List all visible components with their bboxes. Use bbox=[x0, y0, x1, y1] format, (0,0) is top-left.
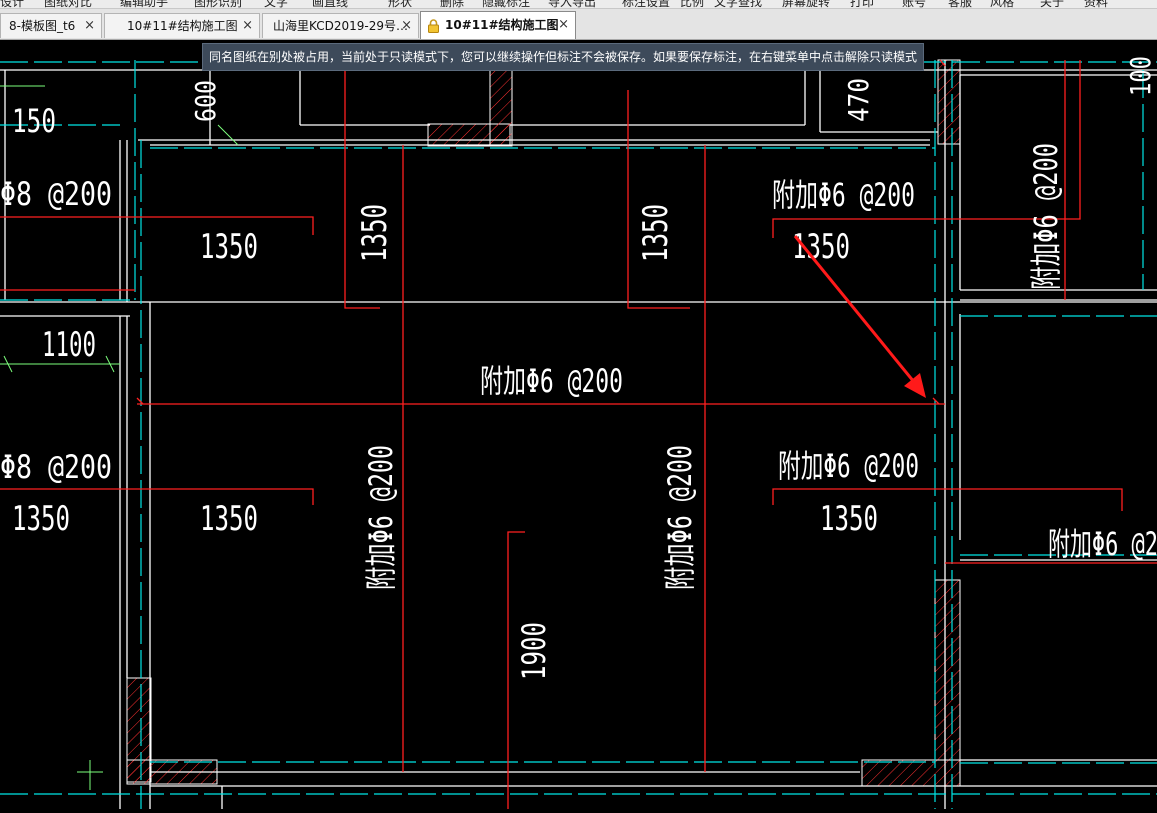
dim-label-1100: 1100 bbox=[42, 325, 96, 365]
menu-item[interactable]: 关于 bbox=[1040, 0, 1064, 8]
rebar-label-additional-cut: 附加Φ6 @2 bbox=[1048, 525, 1157, 563]
close-icon[interactable]: × bbox=[401, 14, 412, 38]
menu-item[interactable]: 比例 bbox=[680, 0, 704, 8]
menu-item[interactable]: 图形识别 bbox=[194, 0, 242, 8]
wall-lines bbox=[0, 60, 1157, 809]
close-icon[interactable]: × bbox=[84, 14, 95, 38]
rebar-label-additional: 附加Φ6 @200 bbox=[778, 447, 919, 485]
menu-item[interactable]: 图纸对比 bbox=[44, 0, 92, 8]
menu-item[interactable]: 删除 bbox=[440, 0, 464, 8]
dim-label-1350: 1350 bbox=[820, 499, 878, 539]
menu-item[interactable]: 画直线 bbox=[312, 0, 348, 8]
tab-structural-drawing[interactable]: 10#11#结构施工图 × bbox=[104, 13, 260, 38]
tab-shanhaili-drawing[interactable]: 山海里KCD2019-29号… × bbox=[262, 13, 419, 38]
rebar-label-additional-vertical: 附加Φ6 @200 bbox=[661, 445, 699, 590]
menu-item[interactable]: 文字查找 bbox=[714, 0, 762, 8]
rebar-label-additional-vertical: 附加Φ6 @200 bbox=[1027, 143, 1065, 290]
menu-item[interactable]: 隐藏标注 bbox=[482, 0, 530, 8]
menu-item[interactable]: 设计 bbox=[0, 0, 24, 8]
dim-label-150: 150 bbox=[12, 102, 56, 140]
drawing-canvas[interactable]: 150 600 470 100 Φ8 @200 1350 1350 1350 附… bbox=[0, 40, 1157, 809]
read-only-notice: 同名图纸在别处被占用，当前处于只读模式下，您可以继续操作但标注不会被保存。如果要… bbox=[202, 43, 925, 71]
rebar-label-additional: 附加Φ6 @200 bbox=[480, 362, 623, 400]
dim-label-1350-vertical: 1350 bbox=[355, 204, 395, 262]
menu-item[interactable]: 账号 bbox=[902, 0, 926, 8]
tab-label: 10#11#结构施工图 bbox=[127, 19, 238, 33]
menu-item[interactable]: 屏幕旋转 bbox=[782, 0, 830, 8]
menu-item[interactable]: 编辑助手 bbox=[120, 0, 168, 8]
menu-item[interactable]: 客服 bbox=[948, 0, 972, 8]
tab-label: 10#11#结构施工图 bbox=[445, 18, 559, 32]
dim-label-1350-vertical: 1350 bbox=[636, 204, 676, 262]
tab-structural-drawing-active[interactable]: 10#11#结构施工图 × bbox=[420, 11, 576, 39]
menu-item[interactable]: 文字 bbox=[264, 0, 288, 8]
lock-icon bbox=[428, 19, 439, 33]
menu-item[interactable]: 打印 bbox=[850, 0, 874, 8]
rebar-label-additional: 附加Φ6 @200 bbox=[772, 176, 915, 214]
dim-label-1350: 1350 bbox=[12, 499, 70, 539]
tab-template-drawing[interactable]: 8-模板图_t6 × bbox=[0, 13, 102, 38]
close-icon[interactable]: × bbox=[558, 13, 569, 37]
rebar-label-additional-vertical: 附加Φ6 @200 bbox=[362, 445, 400, 590]
menu-item[interactable]: 导入导出 bbox=[548, 0, 596, 8]
tab-label: 8-模板图_t6 bbox=[9, 19, 76, 33]
menu-bar: 设计 图纸对比 编辑助手 图形识别 文字 画直线 形状 删除 隐藏标注 导入导出 标注设置 比例 文字查… bbox=[0, 0, 1157, 9]
axis-lines bbox=[0, 60, 1157, 809]
annotation-arrow bbox=[793, 235, 926, 398]
dim-label-470: 470 bbox=[842, 78, 875, 122]
dim-label-1350: 1350 bbox=[200, 227, 258, 267]
rebar-label-mid-left: Φ8 @200 bbox=[0, 448, 112, 486]
tab-label: 山海里KCD2019-29号… bbox=[273, 19, 408, 33]
menu-item[interactable]: 标注设置 bbox=[622, 0, 670, 8]
menu-item[interactable]: 风格 bbox=[990, 0, 1014, 8]
dim-label-100: 100 bbox=[1124, 56, 1157, 96]
dim-label-1350: 1350 bbox=[200, 499, 258, 539]
menu-item[interactable]: 资料 bbox=[1084, 0, 1108, 8]
menu-item[interactable]: 形状 bbox=[388, 0, 412, 8]
dim-label-600: 600 bbox=[189, 80, 222, 122]
rebar-lines bbox=[0, 59, 1157, 809]
close-icon[interactable]: × bbox=[242, 14, 253, 38]
dim-label-1900-vertical: 1900 bbox=[515, 622, 553, 680]
dim-label-1350: 1350 bbox=[792, 227, 850, 267]
tab-bar: 8-模板图_t6 × 10#11#结构施工图 × 山海里KCD2019-29号…… bbox=[0, 9, 1157, 40]
floor-plan-drawing[interactable]: 150 600 470 100 Φ8 @200 1350 1350 1350 附… bbox=[0, 40, 1157, 809]
rebar-label-top-left: Φ8 @200 bbox=[0, 175, 112, 213]
